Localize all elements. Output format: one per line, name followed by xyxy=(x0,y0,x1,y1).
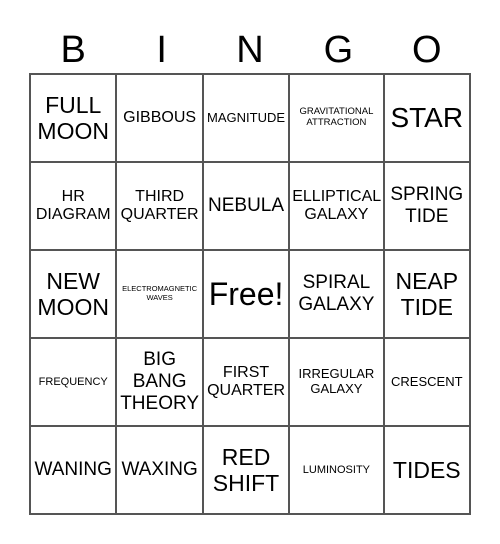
bingo-cell[interactable]: STAR xyxy=(383,74,470,162)
bingo-cell[interactable]: BIG BANG THEORY xyxy=(116,338,203,426)
free-space-cell[interactable]: Free! xyxy=(202,250,290,338)
bingo-grid: FULL MOON GIBBOUS MAGNITUDE GRAVITATIONA… xyxy=(29,73,471,515)
bingo-cell[interactable]: ELLIPTICAL GALAXY xyxy=(289,162,384,250)
header-letter-n: N xyxy=(236,29,264,71)
bingo-cell[interactable]: FREQUENCY xyxy=(30,338,117,426)
bingo-cell[interactable]: MAGNITUDE xyxy=(202,74,290,162)
bingo-cell[interactable]: WAXING xyxy=(116,426,203,514)
bingo-cell[interactable]: GRAVITATIONAL ATTRACTION xyxy=(289,74,384,162)
bingo-cell[interactable]: RED SHIFT xyxy=(202,426,290,514)
bingo-cell[interactable]: FIRST QUARTER xyxy=(202,338,290,426)
header-letter-g: G xyxy=(323,29,354,71)
bingo-cell[interactable]: SPIRAL GALAXY xyxy=(289,250,384,338)
bingo-cell[interactable]: WANING xyxy=(30,426,117,514)
bingo-cell[interactable]: NEBULA xyxy=(202,162,290,250)
bingo-cell[interactable]: HR DIAGRAM xyxy=(30,162,117,250)
bingo-cell[interactable]: LUMINOSITY xyxy=(289,426,384,514)
bingo-cell[interactable]: SPRING TIDE xyxy=(383,162,470,250)
bingo-cell[interactable]: IRREGULAR GALAXY xyxy=(289,338,384,426)
bingo-header: B I N G O xyxy=(29,28,471,72)
header-letter-b: B xyxy=(60,29,86,71)
bingo-cell[interactable]: TIDES xyxy=(383,426,470,514)
bingo-cell[interactable]: NEAP TIDE xyxy=(383,250,470,338)
bingo-cell[interactable]: NEW MOON xyxy=(30,250,117,338)
bingo-cell[interactable]: CRESCENT xyxy=(383,338,470,426)
bingo-cell[interactable]: THIRD QUARTER xyxy=(116,162,203,250)
bingo-cell[interactable]: GIBBOUS xyxy=(116,74,203,162)
header-letter-i: I xyxy=(156,29,167,71)
header-letter-o: O xyxy=(412,29,442,71)
bingo-cell[interactable]: FULL MOON xyxy=(30,74,117,162)
bingo-cell[interactable]: ELECTROMAGNETIC WAVES xyxy=(116,250,203,338)
